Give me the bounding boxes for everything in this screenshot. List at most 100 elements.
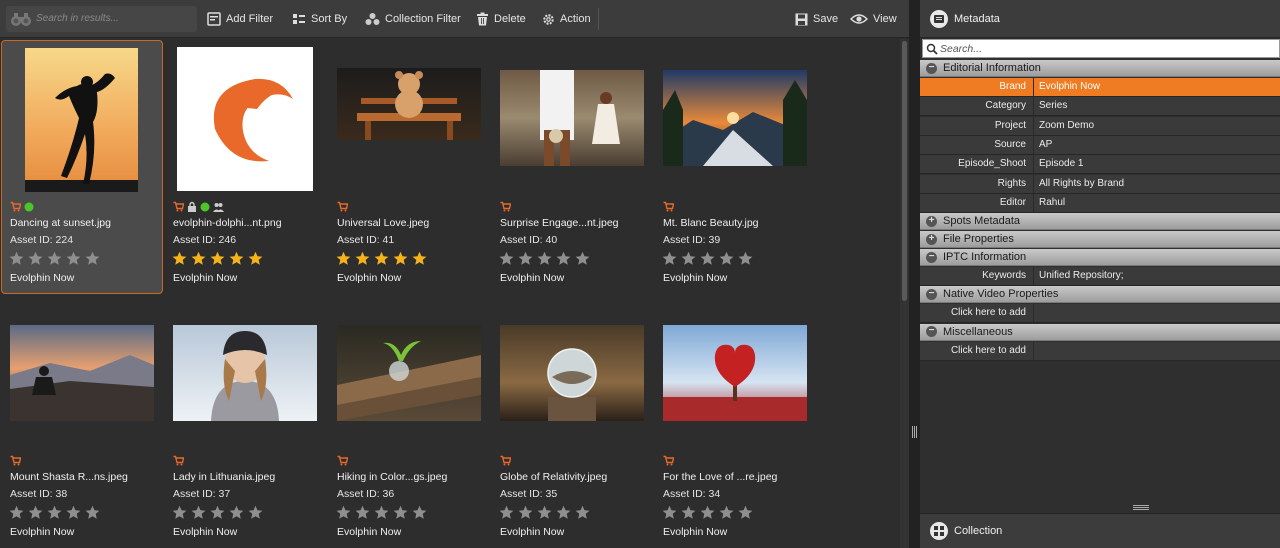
- star-icon[interactable]: [556, 505, 571, 520]
- star-icon[interactable]: [229, 251, 244, 266]
- metadata-value[interactable]: All Rights by Brand: [1039, 175, 1124, 193]
- metadata-section-header[interactable]: − IPTC Information: [920, 249, 1280, 267]
- star-icon[interactable]: [681, 251, 696, 266]
- panel-splitter[interactable]: [909, 0, 920, 548]
- star-icon[interactable]: [355, 251, 370, 266]
- metadata-value[interactable]: AP: [1039, 136, 1052, 154]
- view-button[interactable]: View: [850, 0, 897, 38]
- asset-card-info[interactable]: Hiking in Color...gs.jpeg Asset ID: 36 Evo…: [328, 293, 488, 543]
- star-rating[interactable]: [662, 505, 753, 520]
- metadata-value[interactable]: Series: [1039, 97, 1067, 115]
- asset-filename[interactable]: Dancing at sunset.jpg: [10, 217, 111, 229]
- star-icon[interactable]: [374, 505, 389, 520]
- star-icon[interactable]: [248, 505, 263, 520]
- star-rating[interactable]: [499, 505, 590, 520]
- star-rating[interactable]: [336, 251, 427, 266]
- star-rating[interactable]: [172, 251, 263, 266]
- collapse-icon[interactable]: −: [926, 288, 937, 300]
- star-icon[interactable]: [47, 251, 62, 266]
- cart-icon[interactable]: [500, 455, 512, 469]
- star-icon[interactable]: [393, 251, 408, 266]
- star-icon[interactable]: [412, 505, 427, 520]
- star-icon[interactable]: [575, 505, 590, 520]
- star-rating[interactable]: [9, 251, 100, 266]
- star-icon[interactable]: [355, 505, 370, 520]
- star-icon[interactable]: [537, 251, 552, 266]
- star-icon[interactable]: [499, 505, 514, 520]
- metadata-row[interactable]: Project Zoom Demo: [920, 116, 1280, 136]
- expand-icon[interactable]: +: [926, 215, 937, 227]
- collapse-icon[interactable]: −: [926, 326, 937, 338]
- star-icon[interactable]: [575, 251, 590, 266]
- asset-card-info[interactable]: Lady in Lithuania.jpeg Asset ID: 37 Evolph…: [164, 293, 324, 543]
- results-search-field[interactable]: Search in results...: [6, 6, 197, 32]
- asset-filename[interactable]: Universal Love.jpeg: [337, 217, 429, 229]
- star-icon[interactable]: [719, 505, 734, 520]
- star-icon[interactable]: [700, 251, 715, 266]
- grid-scrollbar[interactable]: [900, 39, 909, 548]
- asset-filename[interactable]: Lady in Lithuania.jpeg: [173, 471, 275, 483]
- asset-filename[interactable]: Globe of Relativity.jpeg: [500, 471, 607, 483]
- star-icon[interactable]: [66, 505, 81, 520]
- metadata-section-header[interactable]: − Miscellaneous: [920, 323, 1280, 341]
- asset-filename[interactable]: Surprise Engage...nt.jpeg: [500, 217, 619, 229]
- star-icon[interactable]: [336, 505, 351, 520]
- asset-card-info[interactable]: Mount Shasta R...ns.jpeg Asset ID: 38 Evol…: [1, 293, 161, 543]
- star-icon[interactable]: [738, 505, 753, 520]
- star-icon[interactable]: [662, 251, 677, 266]
- add-filter-button[interactable]: Add Filter: [207, 0, 273, 38]
- star-icon[interactable]: [85, 251, 100, 266]
- metadata-value[interactable]: Evolphin Now: [1039, 78, 1100, 96]
- star-icon[interactable]: [229, 505, 244, 520]
- star-icon[interactable]: [248, 251, 263, 266]
- asset-filename[interactable]: evolphin-dolphi...nt.png: [173, 217, 282, 229]
- delete-button[interactable]: Delete: [476, 0, 526, 38]
- star-icon[interactable]: [28, 251, 43, 266]
- star-icon[interactable]: [172, 251, 187, 266]
- splitter-grip-icon[interactable]: [912, 426, 917, 438]
- collection-filter-button[interactable]: Collection Filter: [365, 0, 461, 38]
- star-icon[interactable]: [9, 505, 24, 520]
- panel-resize-grip-icon[interactable]: [1133, 505, 1149, 510]
- cart-icon[interactable]: [173, 201, 185, 215]
- star-icon[interactable]: [700, 505, 715, 520]
- cart-icon[interactable]: [10, 201, 22, 215]
- metadata-section-header[interactable]: + Spots Metadata: [920, 213, 1280, 231]
- asset-card-info[interactable]: Mt. Blanc Beauty.jpg Asset ID: 39 Evolphin…: [654, 39, 814, 289]
- sort-by-button[interactable]: Sort By: [292, 0, 347, 38]
- metadata-row[interactable]: Click here to add: [920, 341, 1280, 361]
- star-icon[interactable]: [499, 251, 514, 266]
- asset-card-info[interactable]: Surprise Engage...nt.jpeg Asset ID: 40 Evo…: [491, 39, 651, 289]
- cart-icon[interactable]: [663, 455, 675, 469]
- cart-icon[interactable]: [337, 201, 349, 215]
- action-button[interactable]: Action: [542, 0, 591, 38]
- metadata-section-header[interactable]: − Native Video Properties: [920, 286, 1280, 304]
- metadata-row[interactable]: Editor Rahul: [920, 193, 1280, 213]
- star-icon[interactable]: [393, 505, 408, 520]
- star-icon[interactable]: [66, 251, 81, 266]
- cart-icon[interactable]: [10, 455, 22, 469]
- metadata-section-header[interactable]: − Editorial Information: [920, 60, 1280, 77]
- asset-card-info[interactable]: Universal Love.jpeg Asset ID: 41 Evolphin …: [328, 39, 488, 289]
- metadata-value[interactable]: Episode 1: [1039, 155, 1083, 173]
- cart-icon[interactable]: [173, 455, 185, 469]
- metadata-row[interactable]: Click here to add: [920, 304, 1280, 324]
- star-icon[interactable]: [537, 505, 552, 520]
- star-icon[interactable]: [662, 505, 677, 520]
- star-icon[interactable]: [518, 505, 533, 520]
- star-rating[interactable]: [499, 251, 590, 266]
- metadata-header[interactable]: Metadata: [920, 0, 1280, 38]
- results-search-input[interactable]: Search in results...: [36, 13, 119, 24]
- expand-icon[interactable]: +: [926, 233, 937, 245]
- collection-header[interactable]: Collection: [920, 513, 1280, 548]
- star-icon[interactable]: [210, 505, 225, 520]
- asset-card-info[interactable]: Dancing at sunset.jpg Asset ID: 224 Evolph…: [1, 39, 161, 289]
- metadata-section-header[interactable]: + File Properties: [920, 231, 1280, 249]
- star-icon[interactable]: [556, 251, 571, 266]
- asset-card-info[interactable]: evolphin-dolphi...nt.png Asset ID: 246 Evo…: [164, 39, 324, 289]
- metadata-row[interactable]: Rights All Rights by Brand: [920, 174, 1280, 194]
- metadata-row[interactable]: Category Series: [920, 97, 1280, 117]
- star-icon[interactable]: [336, 251, 351, 266]
- asset-filename[interactable]: Mount Shasta R...ns.jpeg: [10, 471, 128, 483]
- star-icon[interactable]: [738, 251, 753, 266]
